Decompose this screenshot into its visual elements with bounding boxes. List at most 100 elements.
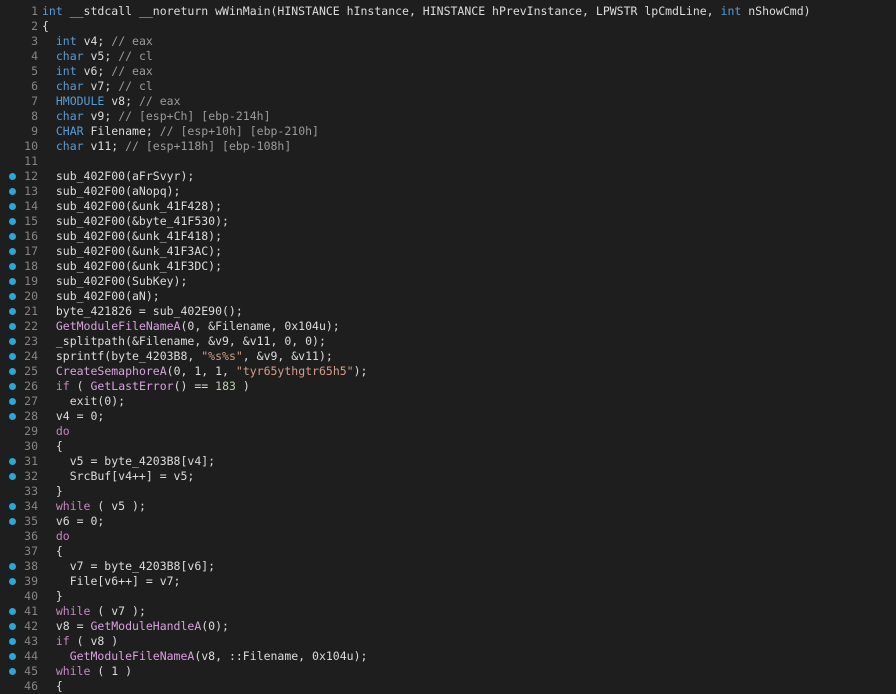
- breakpoint-dot-icon[interactable]: [9, 233, 16, 240]
- code-line[interactable]: 30 {: [0, 439, 896, 454]
- code-text: GetModuleFileNameA(v8, ::Filename, 0x104…: [42, 649, 368, 664]
- code-line[interactable]: 11: [0, 154, 896, 169]
- code-token: v5;: [83, 49, 119, 63]
- breakpoint-dot-icon[interactable]: [9, 503, 16, 510]
- code-line[interactable]: 31 v5 = byte_4203B8[v4];: [0, 454, 896, 469]
- breakpoint-dot-icon[interactable]: [9, 248, 16, 255]
- code-line[interactable]: 20 sub_402F00(aN);: [0, 289, 896, 304]
- code-line[interactable]: 19 sub_402F00(SubKey);: [0, 274, 896, 289]
- breakpoint-dot-icon[interactable]: [9, 608, 16, 615]
- code-text: v6 = 0;: [42, 514, 104, 529]
- code-token: CreateSemaphoreA: [55, 364, 167, 378]
- code-token: GetModuleFileNameA: [55, 319, 181, 333]
- code-line[interactable]: 23 _splitpath(&Filename, &v9, &v11, 0, 0…: [0, 334, 896, 349]
- code-line[interactable]: 45 while ( 1 ): [0, 664, 896, 679]
- code-line[interactable]: 28 v4 = 0;: [0, 409, 896, 424]
- breakpoint-dot-icon[interactable]: [9, 653, 16, 660]
- code-line[interactable]: 9 CHAR Filename; // [esp+10h] [ebp-210h]: [0, 124, 896, 139]
- code-token: (0, &Filename, 0x104u);: [180, 319, 340, 333]
- code-line[interactable]: 14 sub_402F00(&unk_41F428);: [0, 199, 896, 214]
- code-line[interactable]: 6 char v7; // cl: [0, 79, 896, 94]
- code-text: sub_402F00(SubKey);: [42, 274, 188, 289]
- code-token: // cl: [118, 79, 153, 93]
- code-line[interactable]: 44 GetModuleFileNameA(v8, ::Filename, 0x…: [0, 649, 896, 664]
- code-line[interactable]: 37 {: [0, 544, 896, 559]
- code-line[interactable]: 21 byte_421826 = sub_402E90();: [0, 304, 896, 319]
- code-line[interactable]: 26 if ( GetLastError() == 183 ): [0, 379, 896, 394]
- line-number: 43: [24, 634, 38, 648]
- code-line[interactable]: 46 {: [0, 679, 896, 694]
- breakpoint-dot-icon[interactable]: [9, 458, 16, 465]
- code-line[interactable]: 27 exit(0);: [0, 394, 896, 409]
- code-line[interactable]: 42 v8 = GetModuleHandleA(0);: [0, 619, 896, 634]
- code-line[interactable]: 12 sub_402F00(aFrSvyr);: [0, 169, 896, 184]
- code-line[interactable]: 7 HMODULE v8; // eax: [0, 94, 896, 109]
- code-line[interactable]: 8 char v9; // [esp+Ch] [ebp-214h]: [0, 109, 896, 124]
- breakpoint-dot-icon[interactable]: [9, 218, 16, 225]
- code-token: sub_402F00(aFrSvyr);: [42, 169, 195, 183]
- code-line[interactable]: 41 while ( v7 );: [0, 604, 896, 619]
- breakpoint-dot-icon[interactable]: [9, 338, 16, 345]
- breakpoint-dot-icon[interactable]: [9, 173, 16, 180]
- line-number: 34: [24, 499, 38, 513]
- code-line[interactable]: 33 }: [0, 484, 896, 499]
- code-token: sprintf(byte_4203B8,: [42, 349, 202, 363]
- code-token: nShowCmd): [741, 4, 811, 18]
- code-text: {: [42, 544, 63, 559]
- breakpoint-dot-icon[interactable]: [9, 368, 16, 375]
- line-number: 15: [24, 214, 38, 228]
- code-line[interactable]: 35 v6 = 0;: [0, 514, 896, 529]
- code-text: v5 = byte_4203B8[v4];: [42, 454, 215, 469]
- code-line[interactable]: 2{: [0, 19, 896, 34]
- code-line[interactable]: 17 sub_402F00(&unk_41F3AC);: [0, 244, 896, 259]
- breakpoint-dot-icon[interactable]: [9, 323, 16, 330]
- code-line[interactable]: 36 do: [0, 529, 896, 544]
- code-line[interactable]: 40 }: [0, 589, 896, 604]
- code-line[interactable]: 13 sub_402F00(aNopq);: [0, 184, 896, 199]
- breakpoint-dot-icon[interactable]: [9, 563, 16, 570]
- code-line[interactable]: 5 int v6; // eax: [0, 64, 896, 79]
- code-line[interactable]: 1 int __stdcall __noreturn wWinMain(HINST…: [0, 4, 896, 19]
- breakpoint-dot-icon[interactable]: [9, 188, 16, 195]
- code-line[interactable]: 15 sub_402F00(&byte_41F530);: [0, 214, 896, 229]
- breakpoint-dot-icon[interactable]: [9, 413, 16, 420]
- breakpoint-dot-icon[interactable]: [9, 398, 16, 405]
- line-number: 27: [24, 394, 38, 408]
- code-line[interactable]: 10 char v11; // [esp+118h] [ebp-108h]: [0, 139, 896, 154]
- line-number: 46: [24, 679, 38, 693]
- breakpoint-dot-icon[interactable]: [9, 623, 16, 630]
- breakpoint-dot-icon[interactable]: [9, 578, 16, 585]
- breakpoint-dot-icon[interactable]: [9, 263, 16, 270]
- code-token: while: [55, 664, 91, 678]
- breakpoint-dot-icon[interactable]: [9, 308, 16, 315]
- code-line[interactable]: 4 char v5; // cl: [0, 49, 896, 64]
- code-line[interactable]: 25 CreateSemaphoreA(0, 1, 1, "tyr65ythgt…: [0, 364, 896, 379]
- pseudocode-editor[interactable]: 1 int __stdcall __noreturn wWinMain(HINST…: [0, 0, 896, 694]
- code-line[interactable]: 18 sub_402F00(&unk_41F3DC);: [0, 259, 896, 274]
- code-line[interactable]: 16 sub_402F00(&unk_41F418);: [0, 229, 896, 244]
- code-line[interactable]: 43 if ( v8 ): [0, 634, 896, 649]
- code-line[interactable]: 29 do: [0, 424, 896, 439]
- breakpoint-dot-icon[interactable]: [9, 293, 16, 300]
- breakpoint-dot-icon[interactable]: [9, 203, 16, 210]
- breakpoint-dot-icon[interactable]: [9, 383, 16, 390]
- code-line[interactable]: 22 GetModuleFileNameA(0, &Filename, 0x10…: [0, 319, 896, 334]
- breakpoint-dot-icon[interactable]: [9, 668, 16, 675]
- code-line[interactable]: 34 while ( v5 );: [0, 499, 896, 514]
- breakpoint-dot-icon[interactable]: [9, 353, 16, 360]
- line-number: 36: [24, 529, 38, 543]
- code-line[interactable]: 3 int v4; // eax: [0, 34, 896, 49]
- breakpoint-dot-icon[interactable]: [9, 518, 16, 525]
- code-line[interactable]: 38 v7 = byte_4203B8[v6];: [0, 559, 896, 574]
- code-line[interactable]: 32 SrcBuf[v4++] = v5;: [0, 469, 896, 484]
- breakpoint-dot-icon[interactable]: [9, 278, 16, 285]
- breakpoint-dot-icon[interactable]: [9, 473, 16, 480]
- code-line[interactable]: 39 File[v6++] = v7;: [0, 574, 896, 589]
- code-token: GetLastError: [90, 379, 174, 393]
- line-number: 6: [31, 79, 38, 93]
- code-line[interactable]: 24 sprintf(byte_4203B8, "%s%s", &v9, &v1…: [0, 349, 896, 364]
- code-token: v8 =: [42, 619, 91, 633]
- breakpoint-dot-icon[interactable]: [9, 638, 16, 645]
